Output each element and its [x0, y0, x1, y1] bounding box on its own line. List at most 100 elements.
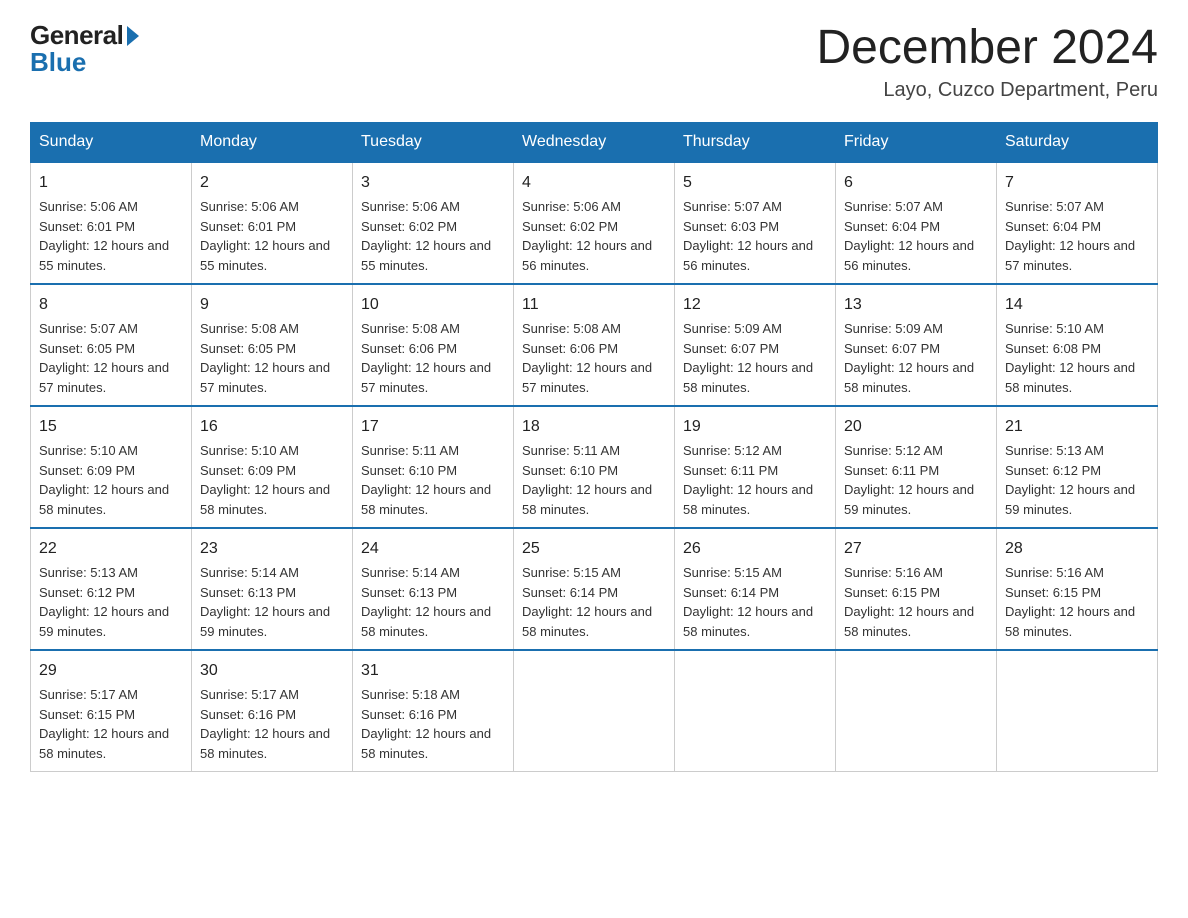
calendar-cell: 3 Sunrise: 5:06 AMSunset: 6:02 PMDayligh…	[353, 162, 514, 284]
day-number: 10	[361, 293, 505, 317]
calendar-cell: 29 Sunrise: 5:17 AMSunset: 6:15 PMDaylig…	[31, 650, 192, 772]
calendar-cell: 19 Sunrise: 5:12 AMSunset: 6:11 PMDaylig…	[675, 406, 836, 528]
day-number: 23	[200, 537, 344, 561]
day-info: Sunrise: 5:08 AMSunset: 6:06 PMDaylight:…	[522, 321, 652, 395]
calendar-cell: 5 Sunrise: 5:07 AMSunset: 6:03 PMDayligh…	[675, 162, 836, 284]
day-info: Sunrise: 5:16 AMSunset: 6:15 PMDaylight:…	[1005, 565, 1135, 639]
calendar-cell	[836, 650, 997, 772]
day-number: 4	[522, 171, 666, 195]
page-header: General Blue December 2024 Layo, Cuzco D…	[30, 20, 1158, 102]
day-number: 12	[683, 293, 827, 317]
day-info: Sunrise: 5:18 AMSunset: 6:16 PMDaylight:…	[361, 687, 491, 761]
calendar-cell: 8 Sunrise: 5:07 AMSunset: 6:05 PMDayligh…	[31, 284, 192, 406]
day-info: Sunrise: 5:07 AMSunset: 6:03 PMDaylight:…	[683, 199, 813, 273]
day-info: Sunrise: 5:08 AMSunset: 6:06 PMDaylight:…	[361, 321, 491, 395]
day-number: 3	[361, 171, 505, 195]
day-number: 14	[1005, 293, 1149, 317]
calendar-cell: 27 Sunrise: 5:16 AMSunset: 6:15 PMDaylig…	[836, 528, 997, 650]
calendar-cell	[997, 650, 1158, 772]
logo: General Blue	[30, 20, 139, 78]
day-info: Sunrise: 5:09 AMSunset: 6:07 PMDaylight:…	[844, 321, 974, 395]
day-info: Sunrise: 5:14 AMSunset: 6:13 PMDaylight:…	[200, 565, 330, 639]
calendar-cell: 26 Sunrise: 5:15 AMSunset: 6:14 PMDaylig…	[675, 528, 836, 650]
header-wednesday: Wednesday	[514, 123, 675, 163]
calendar-cell: 28 Sunrise: 5:16 AMSunset: 6:15 PMDaylig…	[997, 528, 1158, 650]
day-number: 8	[39, 293, 183, 317]
day-info: Sunrise: 5:07 AMSunset: 6:05 PMDaylight:…	[39, 321, 169, 395]
day-number: 5	[683, 171, 827, 195]
calendar-header-row: SundayMondayTuesdayWednesdayThursdayFrid…	[31, 123, 1158, 163]
day-info: Sunrise: 5:06 AMSunset: 6:01 PMDaylight:…	[200, 199, 330, 273]
day-number: 6	[844, 171, 988, 195]
day-info: Sunrise: 5:12 AMSunset: 6:11 PMDaylight:…	[683, 443, 813, 517]
day-info: Sunrise: 5:10 AMSunset: 6:09 PMDaylight:…	[39, 443, 169, 517]
header-friday: Friday	[836, 123, 997, 163]
calendar-cell: 13 Sunrise: 5:09 AMSunset: 6:07 PMDaylig…	[836, 284, 997, 406]
calendar-cell: 23 Sunrise: 5:14 AMSunset: 6:13 PMDaylig…	[192, 528, 353, 650]
day-number: 9	[200, 293, 344, 317]
day-info: Sunrise: 5:07 AMSunset: 6:04 PMDaylight:…	[844, 199, 974, 273]
calendar-cell: 1 Sunrise: 5:06 AMSunset: 6:01 PMDayligh…	[31, 162, 192, 284]
day-info: Sunrise: 5:10 AMSunset: 6:08 PMDaylight:…	[1005, 321, 1135, 395]
day-info: Sunrise: 5:13 AMSunset: 6:12 PMDaylight:…	[1005, 443, 1135, 517]
day-number: 22	[39, 537, 183, 561]
calendar-cell: 30 Sunrise: 5:17 AMSunset: 6:16 PMDaylig…	[192, 650, 353, 772]
day-info: Sunrise: 5:16 AMSunset: 6:15 PMDaylight:…	[844, 565, 974, 639]
calendar-cell	[675, 650, 836, 772]
calendar-title: December 2024	[816, 20, 1158, 75]
calendar-cell: 14 Sunrise: 5:10 AMSunset: 6:08 PMDaylig…	[997, 284, 1158, 406]
calendar-week-3: 15 Sunrise: 5:10 AMSunset: 6:09 PMDaylig…	[31, 406, 1158, 528]
day-info: Sunrise: 5:17 AMSunset: 6:16 PMDaylight:…	[200, 687, 330, 761]
header-thursday: Thursday	[675, 123, 836, 163]
day-number: 18	[522, 415, 666, 439]
header-tuesday: Tuesday	[353, 123, 514, 163]
calendar-week-1: 1 Sunrise: 5:06 AMSunset: 6:01 PMDayligh…	[31, 162, 1158, 284]
calendar-week-5: 29 Sunrise: 5:17 AMSunset: 6:15 PMDaylig…	[31, 650, 1158, 772]
day-number: 29	[39, 659, 183, 683]
calendar-cell: 25 Sunrise: 5:15 AMSunset: 6:14 PMDaylig…	[514, 528, 675, 650]
calendar-cell: 11 Sunrise: 5:08 AMSunset: 6:06 PMDaylig…	[514, 284, 675, 406]
day-number: 19	[683, 415, 827, 439]
calendar-cell: 31 Sunrise: 5:18 AMSunset: 6:16 PMDaylig…	[353, 650, 514, 772]
header-saturday: Saturday	[997, 123, 1158, 163]
calendar-cell: 6 Sunrise: 5:07 AMSunset: 6:04 PMDayligh…	[836, 162, 997, 284]
day-number: 25	[522, 537, 666, 561]
day-info: Sunrise: 5:07 AMSunset: 6:04 PMDaylight:…	[1005, 199, 1135, 273]
calendar-cell: 18 Sunrise: 5:11 AMSunset: 6:10 PMDaylig…	[514, 406, 675, 528]
header-sunday: Sunday	[31, 123, 192, 163]
calendar-cell: 17 Sunrise: 5:11 AMSunset: 6:10 PMDaylig…	[353, 406, 514, 528]
calendar-cell: 15 Sunrise: 5:10 AMSunset: 6:09 PMDaylig…	[31, 406, 192, 528]
calendar-table: SundayMondayTuesdayWednesdayThursdayFrid…	[30, 122, 1158, 772]
day-number: 26	[683, 537, 827, 561]
day-info: Sunrise: 5:06 AMSunset: 6:02 PMDaylight:…	[361, 199, 491, 273]
calendar-cell: 21 Sunrise: 5:13 AMSunset: 6:12 PMDaylig…	[997, 406, 1158, 528]
calendar-cell	[514, 650, 675, 772]
day-number: 30	[200, 659, 344, 683]
day-number: 11	[522, 293, 666, 317]
day-number: 7	[1005, 171, 1149, 195]
calendar-cell: 24 Sunrise: 5:14 AMSunset: 6:13 PMDaylig…	[353, 528, 514, 650]
day-info: Sunrise: 5:11 AMSunset: 6:10 PMDaylight:…	[522, 443, 652, 517]
day-info: Sunrise: 5:13 AMSunset: 6:12 PMDaylight:…	[39, 565, 169, 639]
calendar-cell: 10 Sunrise: 5:08 AMSunset: 6:06 PMDaylig…	[353, 284, 514, 406]
logo-blue-text: Blue	[30, 47, 86, 78]
day-info: Sunrise: 5:15 AMSunset: 6:14 PMDaylight:…	[683, 565, 813, 639]
day-info: Sunrise: 5:10 AMSunset: 6:09 PMDaylight:…	[200, 443, 330, 517]
day-info: Sunrise: 5:06 AMSunset: 6:01 PMDaylight:…	[39, 199, 169, 273]
header-monday: Monday	[192, 123, 353, 163]
day-number: 21	[1005, 415, 1149, 439]
day-info: Sunrise: 5:11 AMSunset: 6:10 PMDaylight:…	[361, 443, 491, 517]
logo-arrow-icon	[127, 26, 139, 46]
calendar-week-2: 8 Sunrise: 5:07 AMSunset: 6:05 PMDayligh…	[31, 284, 1158, 406]
calendar-subtitle: Layo, Cuzco Department, Peru	[816, 79, 1158, 102]
day-number: 17	[361, 415, 505, 439]
day-number: 16	[200, 415, 344, 439]
day-number: 20	[844, 415, 988, 439]
day-number: 2	[200, 171, 344, 195]
calendar-cell: 7 Sunrise: 5:07 AMSunset: 6:04 PMDayligh…	[997, 162, 1158, 284]
calendar-cell: 22 Sunrise: 5:13 AMSunset: 6:12 PMDaylig…	[31, 528, 192, 650]
day-number: 1	[39, 171, 183, 195]
day-info: Sunrise: 5:09 AMSunset: 6:07 PMDaylight:…	[683, 321, 813, 395]
day-number: 28	[1005, 537, 1149, 561]
day-number: 13	[844, 293, 988, 317]
